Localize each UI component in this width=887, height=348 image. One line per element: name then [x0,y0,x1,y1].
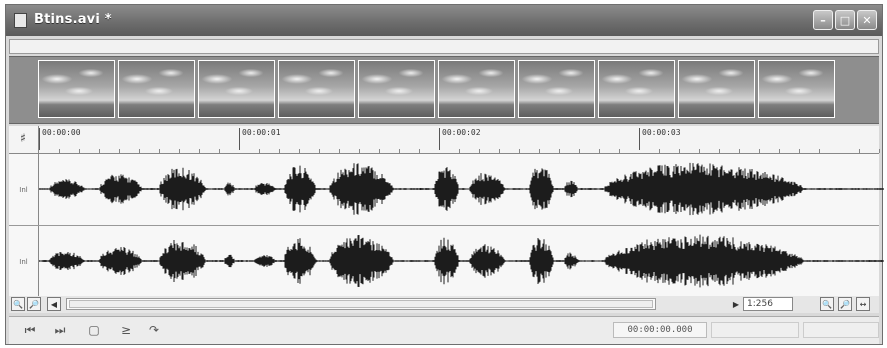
zoom-horizontal-icon[interactable]: ↔ [856,297,870,311]
audio-track-right[interactable]: Inl [9,226,884,298]
ruler-minor-tick [759,149,760,153]
go-to-start-icon[interactable]: ⏮ [21,322,39,338]
time-ruler[interactable]: ♯ 00:00:00 00:00:01 00:00:02 00:00:03 [9,126,880,154]
scroll-right-icon[interactable]: ▶ [729,297,743,311]
ruler-minor-tick [159,149,160,153]
ruler-major-tick [639,128,640,150]
ruler-minor-tick [799,149,800,153]
video-frame [758,60,835,118]
video-frame [118,60,195,118]
zoom-out-icon[interactable]: 🔎 [27,297,41,311]
loop-icon[interactable]: ↷ [145,322,163,338]
ruler-minor-tick [199,149,200,153]
position-timecode: 00:00:00.000 [613,322,707,338]
scrollbar-thumb[interactable] [69,300,653,308]
zoom-fit-icon[interactable]: 🔍 [820,297,834,311]
ruler-timecode: 00:00:02 [442,128,481,137]
video-filmstrip[interactable] [9,56,879,124]
ruler-minor-tick [559,149,560,153]
video-frame [438,60,515,118]
ruler-minor-tick [519,149,520,153]
horizontal-scrollbar[interactable] [66,298,656,310]
ruler-settings-icon[interactable]: ♯ [11,131,35,149]
menu-bar [9,39,879,54]
ruler-minor-tick [859,149,860,153]
ruler-minor-tick [359,149,360,153]
editor-window: Btins.avi * – □ ✕ ♯ 00:00:00 00:00:01 00… [5,4,884,345]
zoom-in-icon[interactable]: 🔍 [11,297,25,311]
ruler-minor-tick [79,149,80,153]
window-controls: – □ ✕ [813,10,877,30]
scroll-left-icon[interactable]: ◀ [47,297,61,311]
ruler-major-tick [239,128,240,150]
ruler-minor-tick [879,149,880,153]
ruler-minor-tick [299,149,300,153]
ruler-minor-tick [139,149,140,153]
ruler-minor-tick [279,149,280,153]
ruler-minor-tick [819,149,820,153]
ruler-minor-tick [99,149,100,153]
ruler-minor-tick [219,149,220,153]
play-from-cursor-icon[interactable]: ≥ [117,322,135,338]
track-label: Inl [9,154,39,225]
ruler-minor-tick [339,149,340,153]
close-icon[interactable]: ✕ [857,10,877,30]
ruler-timecode: 00:00:03 [642,128,681,137]
ruler-major-tick [39,128,40,150]
ruler-minor-tick [379,149,380,153]
ruler-minor-tick [599,149,600,153]
ruler-minor-tick [619,149,620,153]
ruler-minor-tick [399,149,400,153]
document-icon [14,13,27,28]
video-frame [518,60,595,118]
go-to-end-icon[interactable]: ⏭ [51,322,69,338]
waveform[interactable] [39,226,884,296]
ruler-minor-tick [779,149,780,153]
status-cell [803,322,879,338]
ruler-minor-tick [119,149,120,153]
video-frame [38,60,115,118]
stop-icon[interactable]: ▢ [85,322,103,338]
ruler-minor-tick [179,149,180,153]
ruler-minor-tick [479,149,480,153]
ruler-minor-tick [59,149,60,153]
ruler-minor-tick [259,149,260,153]
video-frame [278,60,355,118]
ruler-minor-tick [499,149,500,153]
ruler-minor-tick [679,149,680,153]
maximize-icon[interactable]: □ [835,10,855,30]
window-title: Btins.avi * [34,12,112,27]
audio-track-left[interactable]: Inl [9,154,884,226]
transport-bar: ⏮ ⏭ ▢ ≥ ↷ 00:00:00.000 [9,316,879,344]
ruler-minor-tick [579,149,580,153]
ruler-timecode: 00:00:00 [42,128,81,137]
ruler-minor-tick [419,149,420,153]
ruler-minor-tick [719,149,720,153]
zoom-selection-icon[interactable]: 🔎 [838,297,852,311]
ruler-minor-tick [659,149,660,153]
video-frame [198,60,275,118]
ruler-minor-tick [699,149,700,153]
ruler-minor-tick [739,149,740,153]
track-label: Inl [9,226,39,297]
video-frame [358,60,435,118]
ruler-minor-tick [319,149,320,153]
scroll-bar-row: 🔍 🔎 ◀ ▶ 1:256 🔍 🔎 ↔ [9,296,879,313]
video-frame [678,60,755,118]
ruler-track[interactable]: 00:00:00 00:00:01 00:00:02 00:00:03 [38,126,880,153]
filmstrip-frames [38,60,838,118]
ruler-major-tick [439,128,440,150]
zoom-ratio-field[interactable]: 1:256 [743,297,793,311]
video-frame [598,60,675,118]
title-bar[interactable]: Btins.avi * – □ ✕ [6,5,882,36]
ruler-timecode: 00:00:01 [242,128,281,137]
minimize-icon[interactable]: – [813,10,833,30]
status-cell [711,322,799,338]
ruler-minor-tick [539,149,540,153]
waveform[interactable] [39,154,884,224]
ruler-minor-tick [459,149,460,153]
